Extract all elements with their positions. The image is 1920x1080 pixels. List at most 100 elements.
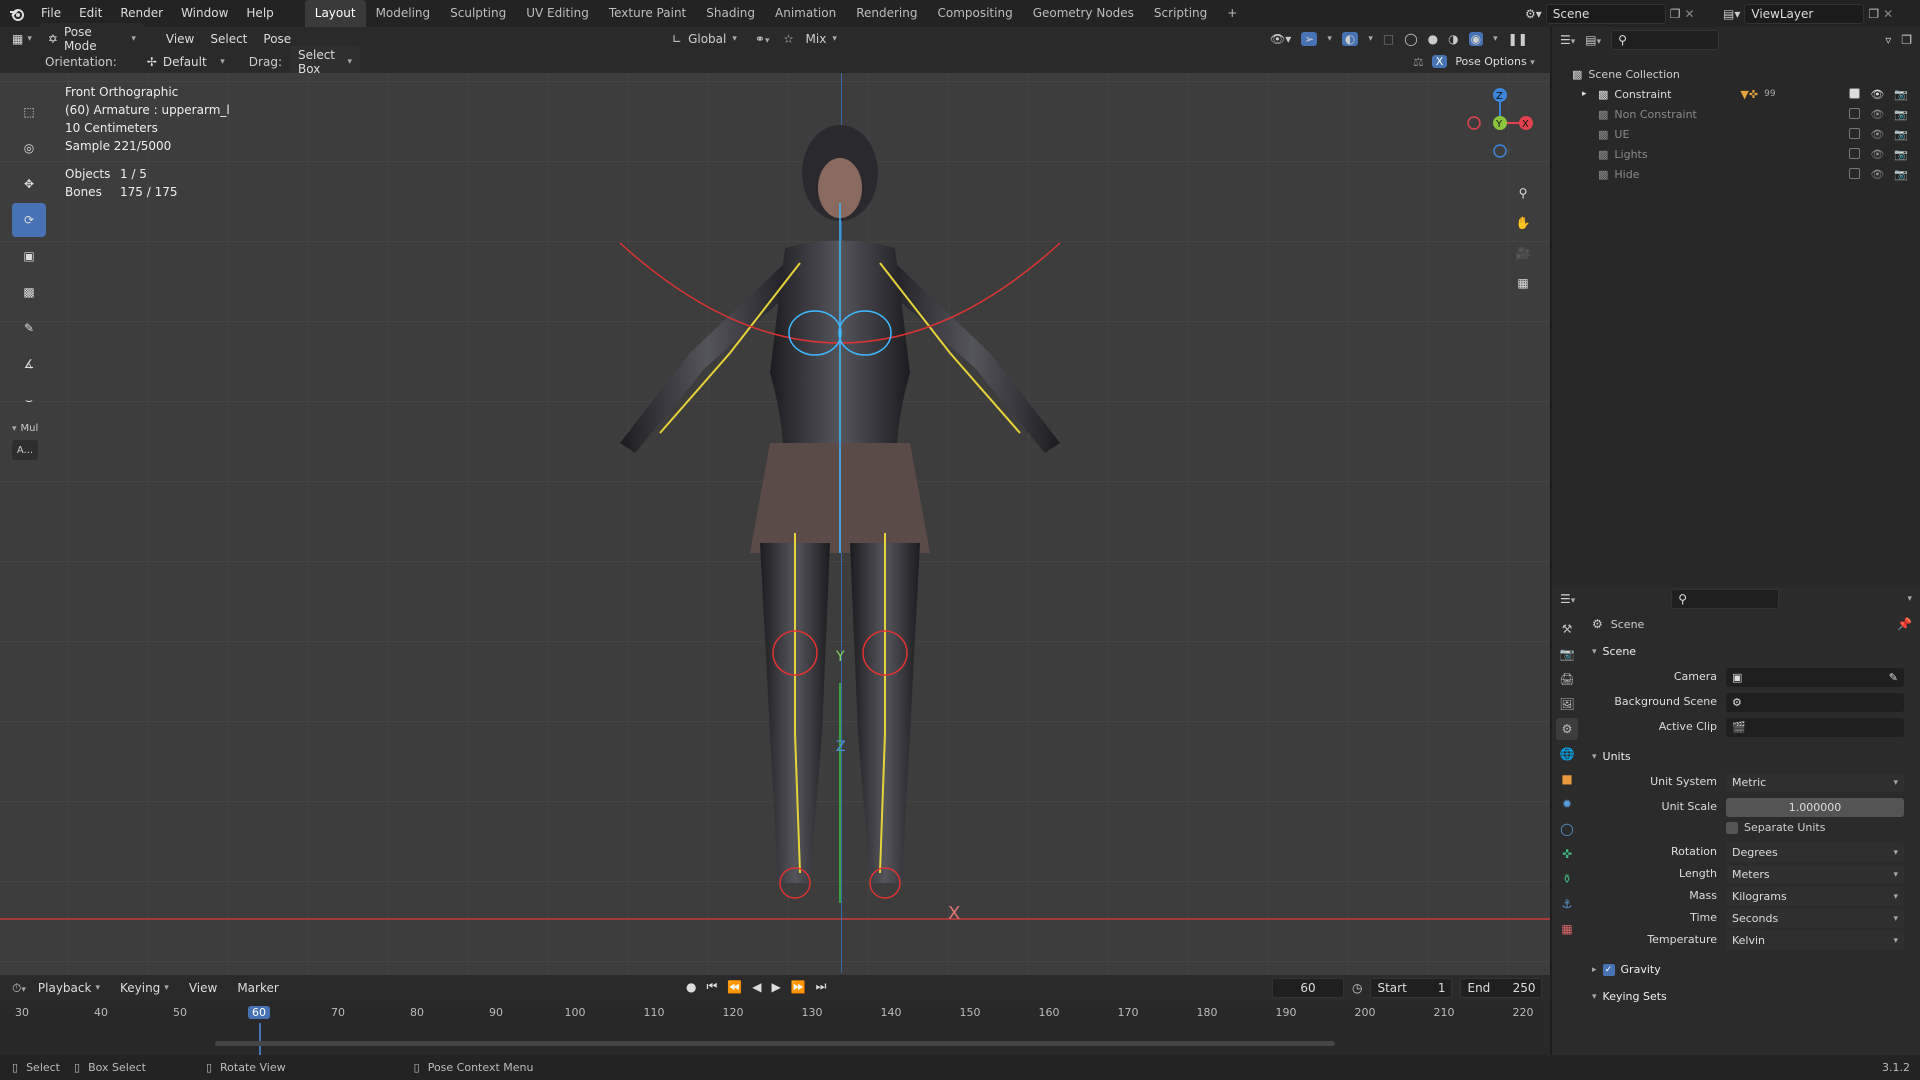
armature-character-render[interactable] [560, 113, 1120, 933]
gizmo-toggle-icon[interactable]: ➢ [1301, 31, 1318, 46]
render-tab-icon[interactable]: 📷 [1556, 643, 1578, 665]
background-scene-field[interactable]: ⚙ [1726, 693, 1904, 712]
scene-collection-row[interactable]: ▩ Scene Collection [1552, 64, 1920, 84]
eye-icon[interactable]: 👁 [1870, 168, 1884, 181]
tab-scripting[interactable]: Scripting [1144, 0, 1217, 27]
proportional-dropdown[interactable]: Mix [806, 32, 827, 46]
outliner-collection-row[interactable]: ▩ Lights 👁 📷 [1552, 144, 1920, 164]
separate-units-box[interactable] [1726, 821, 1738, 834]
outliner-collection-row[interactable]: ▸ ▩ Constraint ▼✜ 99 👁 📷 [1552, 84, 1920, 104]
x-mirror-icon[interactable]: ⚖ [1413, 55, 1424, 69]
pin-icon[interactable]: 📌 [1897, 617, 1912, 631]
rotate-tool[interactable]: ⟳ [12, 203, 46, 237]
properties-editor-type-icon[interactable]: ☰▾ [1560, 592, 1575, 606]
tab-modeling[interactable]: Modeling [366, 0, 441, 27]
menu-timeline-view[interactable]: View [181, 981, 225, 995]
annotate-tool[interactable]: ✎ [12, 311, 46, 345]
frame-ruler[interactable]: 30 40 50 60 70 80 90 100 110 120 130 140 150 160 170 18… [0, 1001, 1550, 1055]
render-camera-icon[interactable]: 📷 [1894, 108, 1908, 121]
transform-orientation-dropdown[interactable]: Global [688, 32, 726, 46]
menu-select[interactable]: Select [202, 32, 255, 46]
transform-tool[interactable]: ▩ [12, 275, 46, 309]
expand-arrow-icon[interactable]: ▸ [1582, 89, 1592, 99]
scene-tab-icon[interactable]: ⚙ [1556, 718, 1578, 740]
menu-keying[interactable]: Keying ▾ [112, 981, 177, 995]
outliner-collection-row[interactable]: ▩ UE 👁 📷 [1552, 124, 1920, 144]
panel-action-button[interactable]: A... [12, 440, 38, 460]
filter-icon[interactable]: ▿ [1885, 33, 1891, 47]
unit-scale-field[interactable]: 1.000000 [1726, 798, 1904, 817]
next-keyframe-icon[interactable]: ⏩ [791, 980, 806, 994]
zoom-icon[interactable]: ⚲ [1508, 179, 1538, 207]
pause-render-icon[interactable]: ❚❚ [1508, 32, 1528, 46]
view-layer-tab-icon[interactable]: 🖼 [1556, 693, 1578, 715]
x-mirror-toggle[interactable]: X [1431, 55, 1448, 68]
display-mode-icon[interactable]: ▤▾ [1585, 33, 1601, 47]
tab-shading[interactable]: Shading [696, 0, 765, 27]
rotation-dropdown[interactable]: Degrees ▾ [1726, 843, 1904, 862]
timeline-editor-type-icon[interactable]: ⏱▾ [12, 981, 26, 996]
orientation-dropdown[interactable]: ✢ Default ▾ [138, 52, 233, 71]
temperature-dropdown[interactable]: Kelvin ▾ [1726, 931, 1904, 950]
bone-tab-icon[interactable]: ⚱ [1556, 868, 1578, 890]
scene-section-header[interactable]: ▾ Scene [1592, 645, 1636, 658]
properties-search-input[interactable]: ⚲ [1671, 589, 1780, 609]
eye-icon[interactable]: 👁 [1870, 108, 1884, 121]
world-tab-icon[interactable]: 🌐 [1556, 743, 1578, 765]
exclude-checkbox[interactable] [1849, 107, 1861, 119]
prev-keyframe-icon[interactable]: ⏪ [727, 980, 742, 994]
output-tab-icon[interactable]: 🖨 [1556, 668, 1578, 690]
playhead[interactable] [259, 1023, 261, 1055]
object-tab-icon[interactable]: ■ [1556, 768, 1578, 790]
menu-pose[interactable]: Pose [255, 32, 299, 46]
scale-tool[interactable]: ▣ [12, 239, 46, 273]
view-layer-icon[interactable]: ▤▾ [1723, 7, 1740, 21]
view-layer-selector[interactable]: ViewLayer [1744, 4, 1865, 24]
3d-viewport[interactable]: Y Z X ⬚ ◎ ✥ ⟳ ▣ ▩ ✎ ∡ ⌣ ▾ Mul A... Front … [0, 73, 1550, 975]
exclude-checkbox[interactable] [1849, 167, 1861, 179]
modifier-tab-icon[interactable]: ✹ [1556, 793, 1578, 815]
play-reverse-icon[interactable]: ◀ [752, 980, 761, 994]
properties-options-icon[interactable]: ▾ [1907, 594, 1912, 604]
length-dropdown[interactable]: Meters ▾ [1726, 865, 1904, 884]
exclude-checkbox[interactable] [1849, 87, 1861, 99]
tab-rendering[interactable]: Rendering [846, 0, 927, 27]
render-camera-icon[interactable]: 📷 [1894, 148, 1908, 161]
keying-sets-section-header[interactable]: ▾ Keying Sets [1592, 990, 1667, 1003]
scene-selector[interactable]: Scene [1545, 4, 1666, 24]
time-dropdown[interactable]: Seconds ▾ [1726, 909, 1904, 928]
separate-units-checkbox[interactable]: Separate Units [1726, 821, 1825, 834]
exclude-checkbox[interactable] [1849, 127, 1861, 139]
tab-texture-paint[interactable]: Texture Paint [599, 0, 696, 27]
material-shading-icon[interactable]: ◑ [1448, 32, 1458, 46]
tab-sculpting[interactable]: Sculpting [440, 0, 516, 27]
ortho-grid-icon[interactable]: ▦ [1508, 269, 1538, 297]
mass-dropdown[interactable]: Kilograms ▾ [1726, 887, 1904, 906]
auto-key-icon[interactable]: ● [686, 980, 696, 994]
new-scene-icon[interactable]: ❐ [1670, 7, 1681, 21]
xray-icon[interactable]: □ [1383, 32, 1394, 46]
delete-scene-icon[interactable]: ✕ [1685, 7, 1695, 21]
current-frame-field[interactable]: 60 [1272, 978, 1344, 998]
rendered-shading-icon[interactable]: ◉ [1468, 31, 1484, 46]
pan-hand-icon[interactable]: ✋ [1508, 209, 1538, 237]
texture-tab-icon[interactable]: ▦ [1556, 918, 1578, 940]
object-data-tab-icon[interactable]: ✜ [1556, 843, 1578, 865]
tab-layout[interactable]: Layout [304, 0, 366, 27]
multires-panel-toggle[interactable]: ▾ Mul [12, 423, 46, 434]
bone-constraint-tab-icon[interactable]: ⚓ [1556, 893, 1578, 915]
tool-tab-icon[interactable]: ⚒ [1556, 618, 1578, 640]
delete-view-layer-icon[interactable]: ✕ [1883, 7, 1893, 21]
camera-view-icon[interactable]: 🎥 [1508, 239, 1538, 267]
gravity-checkbox[interactable]: ✓ [1602, 963, 1615, 976]
tab-uv-editing[interactable]: UV Editing [516, 0, 599, 27]
render-camera-icon[interactable]: 📷 [1894, 128, 1908, 141]
eyedropper-icon[interactable]: ✎ [1889, 671, 1898, 684]
menu-marker[interactable]: Marker [229, 981, 286, 995]
tab-compositing[interactable]: Compositing [927, 0, 1022, 27]
select-box-tool[interactable]: ⬚ [12, 95, 46, 129]
eye-icon[interactable]: 👁 [1870, 128, 1884, 141]
menu-help[interactable]: Help [237, 0, 282, 27]
snap-icon[interactable]: ✫ [783, 32, 793, 46]
measure-tool[interactable]: ∡ [12, 347, 46, 381]
